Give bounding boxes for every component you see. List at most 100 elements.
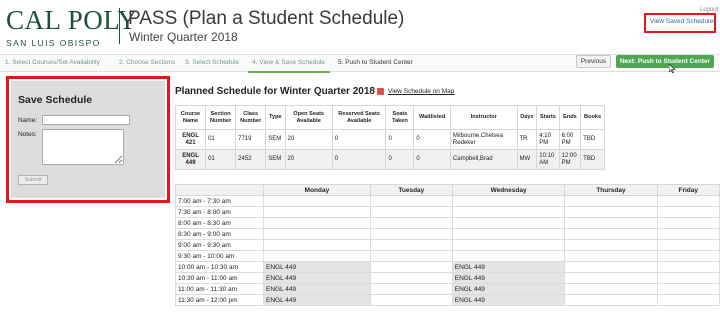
- app-subtitle: Winter Quarter 2018: [129, 30, 238, 44]
- schedule-cell-tuesday: [369, 206, 453, 218]
- steps-bar: 1. Select Courses/Set Availability 2. Ch…: [0, 54, 720, 73]
- previous-button[interactable]: Previous: [576, 55, 611, 68]
- ends-cell: 6:00 PM: [558, 129, 582, 150]
- course-table-header-row: Course Name Section Number Class Number …: [174, 105, 605, 130]
- week-header-row: Monday Tuesday Wednesday Thursday Friday: [175, 184, 720, 196]
- schedule-cell-monday: [263, 206, 371, 218]
- day-header-tuesday: Tuesday: [369, 184, 453, 196]
- schedule-cell-thursday: [564, 283, 658, 295]
- col-type: Type: [265, 105, 286, 130]
- time-slot-row: 11:00 am - 11:30 am ENGL 449 ENGL 449: [175, 283, 720, 295]
- schedule-cell-wednesday: [451, 228, 566, 240]
- schedule-cell-wednesday: [451, 206, 566, 218]
- schedule-cell-monday: [263, 195, 371, 207]
- schedule-cell-tuesday: [369, 239, 453, 251]
- col-starts: Starts: [536, 105, 560, 130]
- time-slot-row: 9:00 am - 9:30 am: [175, 239, 720, 251]
- schedule-cell-tuesday: [369, 217, 453, 229]
- time-slot-row: 8:30 am - 9:00 am: [175, 228, 720, 240]
- weekly-schedule-grid: Monday Tuesday Wednesday Thursday Friday…: [175, 184, 720, 306]
- seats-taken-cell: 0: [385, 149, 415, 170]
- view-schedule-on-map-link[interactable]: View Schedule on Map: [388, 88, 454, 95]
- schedule-cell-friday: [656, 294, 720, 306]
- col-ends: Ends: [558, 105, 582, 130]
- instructor-cell: Milbourne,Chelsea Redeker: [449, 129, 518, 150]
- schedule-cell-friday: [656, 239, 720, 251]
- schedule-cell-friday: [656, 261, 720, 273]
- class-number-cell: 2452: [235, 149, 267, 170]
- name-label: Name:: [18, 117, 38, 124]
- course-name-cell: ENGL 421: [174, 129, 207, 150]
- schedule-cell-friday: [656, 206, 720, 218]
- col-instructor: Instructor: [449, 105, 518, 130]
- step-select-schedule[interactable]: 3. Select Schedule: [185, 59, 239, 66]
- col-course-name: Course Name: [174, 105, 207, 130]
- save-schedule-title: Save Schedule: [18, 94, 93, 106]
- schedule-cell-wednesday: ENGL 449: [451, 294, 566, 306]
- schedule-cell-wednesday: [451, 250, 566, 262]
- page-header: CAL POLY SAN LUIS OBISPO PASS (Plan a St…: [0, 0, 720, 50]
- schedule-cell-thursday: [564, 228, 658, 240]
- submit-button[interactable]: Submit: [18, 175, 48, 185]
- schedule-cell-thursday: [564, 272, 658, 284]
- section-cell: 01: [205, 149, 237, 170]
- course-table: Course Name Section Number Class Number …: [174, 105, 605, 170]
- ends-cell: 12:00 PM: [558, 149, 582, 170]
- time-slot-label: 10:30 am - 11:00 am: [175, 272, 264, 284]
- step-choose-sections[interactable]: 2. Choose Sections: [119, 59, 175, 66]
- time-slot-label: 7:00 am - 7:30 am: [175, 195, 264, 207]
- active-step-underline: [248, 71, 330, 73]
- planned-schedule-title: Planned Schedule for Winter Quarter 2018: [175, 86, 375, 97]
- notes-textarea[interactable]: [42, 129, 124, 165]
- header-divider: [119, 8, 120, 44]
- time-slot-label: 10:00 am - 10:30 am: [175, 261, 264, 273]
- col-books: Books: [580, 105, 605, 130]
- type-cell: SEM: [265, 149, 286, 170]
- col-class-number: Class Number: [235, 105, 267, 130]
- schedule-cell-thursday: [564, 294, 658, 306]
- app-title: PASS (Plan a Student Schedule): [128, 8, 405, 29]
- time-slot-row: 10:30 am - 11:00 am ENGL 449 ENGL 449: [175, 272, 720, 284]
- time-slot-row: 8:00 am - 8:30 am: [175, 217, 720, 229]
- instructor-cell: Campbell,Brad: [449, 149, 518, 170]
- col-waitlisted: Waitlisted: [413, 105, 451, 130]
- waitlisted-cell: 0: [413, 149, 451, 170]
- time-slot-row: 10:00 am - 10:30 am ENGL 449 ENGL 449: [175, 261, 720, 273]
- books-cell: TBD: [580, 129, 605, 150]
- col-open-seats: Open Seats Available: [284, 105, 333, 130]
- time-slot-row: 11:30 am - 12:00 pm ENGL 449 ENGL 449: [175, 294, 720, 306]
- schedule-cell-friday: [656, 228, 720, 240]
- logo-main-text: CAL POLY: [6, 5, 138, 35]
- cursor-icon: [669, 64, 676, 73]
- cal-poly-logo[interactable]: CAL POLY SAN LUIS OBISPO: [6, 5, 138, 48]
- day-header-friday: Friday: [656, 184, 720, 196]
- schedule-cell-thursday: [564, 195, 658, 207]
- open-seats-cell: 20: [284, 129, 333, 150]
- step-select-courses[interactable]: 1. Select Courses/Set Availability: [5, 59, 100, 66]
- open-seats-cell: 20: [284, 149, 333, 170]
- days-cell: TR: [516, 129, 538, 150]
- col-section-number: Section Number: [205, 105, 237, 130]
- schedule-cell-friday: [656, 250, 720, 262]
- schedule-cell-friday: [656, 217, 720, 229]
- schedule-cell-wednesday: [451, 239, 566, 251]
- schedule-cell-tuesday: [369, 195, 453, 207]
- schedule-cell-tuesday: [369, 294, 453, 306]
- step-view-save-schedule[interactable]: 4. View & Save Schedule: [252, 59, 325, 66]
- logo-sub-text: SAN LUIS OBISPO: [6, 38, 101, 48]
- schedule-cell-friday: [656, 283, 720, 295]
- save-schedule-highlight: Save Schedule Name: Notes: Submit: [6, 76, 170, 203]
- schedule-cell-monday: [263, 239, 371, 251]
- type-cell: SEM: [265, 129, 286, 150]
- schedule-cell-monday: ENGL 449: [263, 294, 371, 306]
- view-saved-schedules-link[interactable]: View Saved Schedules: [650, 18, 716, 25]
- map-icon[interactable]: [377, 88, 384, 95]
- time-slot-label: 11:30 am - 12:00 pm: [175, 294, 264, 306]
- step-push-student-center[interactable]: 5. Push to Student Center: [338, 59, 413, 66]
- schedule-cell-wednesday: ENGL 449: [451, 272, 566, 284]
- day-header-thursday: Thursday: [564, 184, 658, 196]
- next-push-button[interactable]: Next: Push to Student Center: [616, 55, 714, 68]
- schedule-cell-thursday: [564, 217, 658, 229]
- schedule-cell-wednesday: [451, 217, 566, 229]
- name-input[interactable]: [42, 115, 130, 125]
